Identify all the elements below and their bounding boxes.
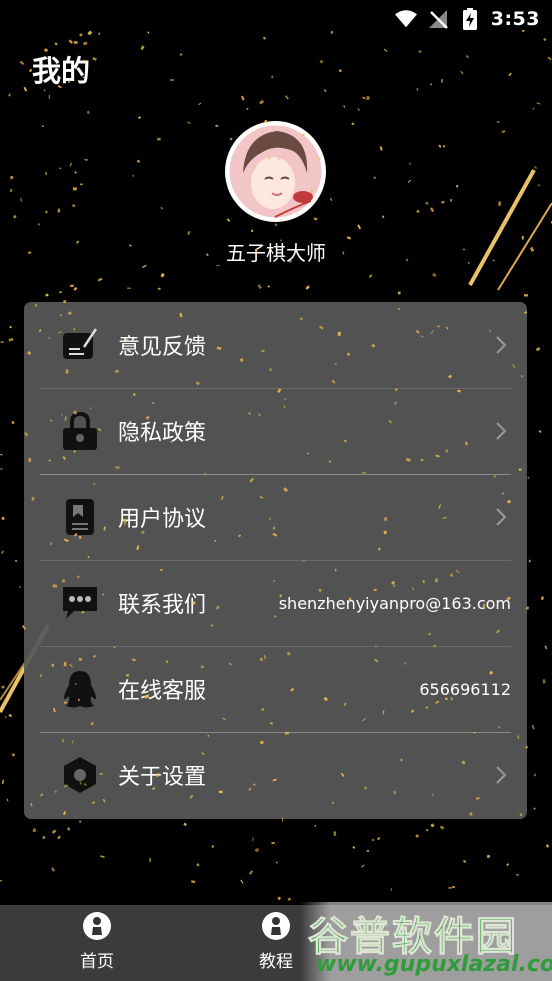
no-signal-icon: [427, 8, 449, 30]
menu-item-label: 隐私政策: [118, 421, 207, 446]
menu-item-user-agreement[interactable]: 用户协议: [40, 474, 511, 560]
wifi-icon: [394, 8, 417, 30]
tab-home-label: 首页: [80, 952, 114, 972]
menu-item-contact-us[interactable]: 联系我们 shenzhenyiyanpro@163.com: [40, 560, 511, 646]
menu-item-online-service[interactable]: 在线客服 656696112: [40, 646, 511, 732]
chevron-right-icon: [491, 765, 511, 785]
lock-icon: [58, 409, 102, 453]
hexagon-settings-icon: [58, 753, 102, 797]
contact-email: shenzhenyiyanpro@163.com: [278, 593, 511, 613]
menu-item-label: 用户协议: [118, 507, 207, 532]
avatar[interactable]: [225, 121, 326, 222]
service-qq-number: 656696112: [419, 679, 511, 699]
status-time: 3:53: [490, 8, 540, 30]
site-watermark: 谷普软件园 www.gupuxlazal.com: [300, 902, 552, 981]
watermark-url: www.gupuxlazal.com: [316, 952, 552, 977]
menu-item-label: 意见反馈: [118, 335, 207, 360]
menu-item-feedback[interactable]: 意见反馈: [40, 302, 511, 388]
battery-charging-icon: [459, 8, 481, 30]
tab-home[interactable]: 首页: [57, 911, 137, 972]
menu-item-label: 关于设置: [118, 765, 207, 790]
menu-item-label: 在线客服: [118, 679, 207, 704]
qq-penguin-icon: [58, 667, 102, 711]
menu-item-about-settings[interactable]: 关于设置: [40, 732, 511, 818]
chevron-right-icon: [491, 507, 511, 527]
page-title: 我的: [32, 54, 91, 88]
status-bar: 3:53: [0, 0, 552, 38]
chess-piece-icon: [82, 911, 112, 941]
chevron-right-icon: [491, 421, 511, 441]
document-icon: [58, 495, 102, 539]
feedback-note-icon: [58, 323, 102, 367]
menu-item-label: 联系我们: [118, 593, 207, 618]
username: 五子棋大师: [226, 241, 326, 265]
profile-menu-card: 意见反馈 隐私政策 用户协议 联系我们 shenzhenyiyanpro@163…: [24, 302, 527, 819]
chess-piece-icon: [261, 911, 291, 941]
chevron-right-icon: [491, 335, 511, 355]
menu-item-privacy-policy[interactable]: 隐私政策: [40, 388, 511, 474]
chat-bubble-icon: [58, 581, 102, 625]
